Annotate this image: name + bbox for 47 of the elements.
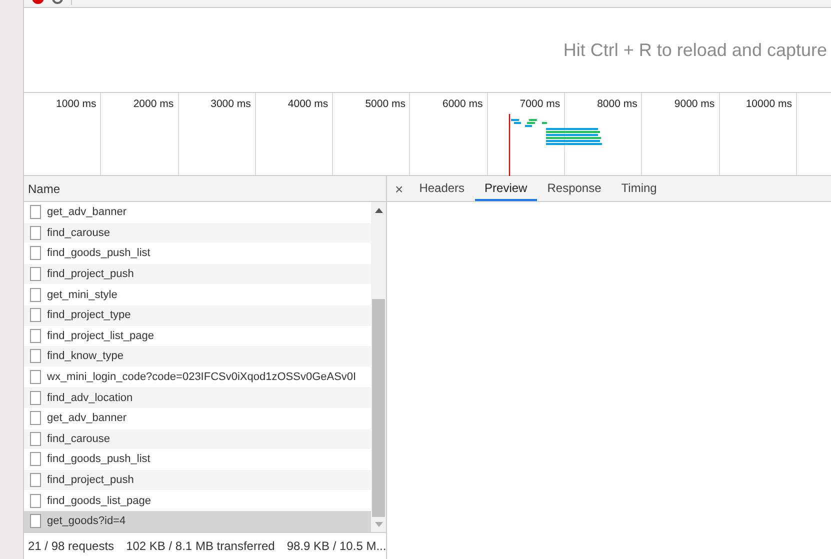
close-button[interactable]: × [387, 176, 410, 201]
request-row[interactable]: find_carouse [24, 222, 371, 244]
request-row[interactable]: get_goods?id=4 [24, 510, 371, 532]
tick-label: 4000 ms [288, 98, 328, 110]
status-text: 98.9 KB / 10.5 M... [286, 539, 386, 553]
tick-label: 8000 ms [597, 98, 638, 110]
detail-tab[interactable]: Timing [611, 176, 667, 201]
reload-hint: Hit Ctrl + R to reload and capture [563, 40, 827, 60]
request-row[interactable]: find_project_push [24, 264, 371, 284]
document-icon [30, 349, 41, 364]
tick-label: 5000 ms [365, 98, 406, 110]
request-row[interactable]: find_adv_location [24, 387, 371, 408]
tick-label: 7000 ms [520, 98, 560, 110]
document-icon [30, 205, 41, 220]
column-header[interactable]: Name [24, 176, 386, 202]
request-row[interactable]: find_project_push [24, 470, 371, 490]
status-text: 102 KB / 8.1 MB transferred [126, 539, 275, 553]
scroll-up-icon[interactable] [374, 208, 382, 213]
document-icon [30, 288, 41, 302]
status-text: 21 / 98 requests [28, 539, 114, 553]
tick-label: 10000 ms [746, 98, 792, 110]
document-icon [30, 328, 41, 343]
document-icon [30, 390, 41, 405]
tick-label: 6000 ms [442, 98, 483, 110]
scrollbar-thumb[interactable] [372, 299, 385, 517]
document-icon [30, 411, 41, 426]
document-icon [30, 370, 41, 384]
request-row[interactable]: find_project_type [24, 304, 371, 326]
document-icon [30, 514, 41, 528]
request-row[interactable]: find_carouse [24, 428, 371, 450]
tick-label: 1000 ms [56, 98, 96, 110]
request-row[interactable]: find_know_type [24, 346, 371, 367]
scrollbar[interactable] [371, 202, 386, 532]
document-icon [30, 246, 41, 260]
document-icon [30, 452, 41, 466]
load-marker-line [508, 114, 510, 176]
tick-label: 3000 ms [210, 98, 251, 110]
document-icon [30, 267, 41, 282]
document-icon [30, 473, 41, 488]
document-icon [30, 308, 41, 322]
document-icon [30, 432, 41, 446]
detail-tab[interactable]: Response [537, 176, 612, 201]
tick-label: 9000 ms [674, 98, 715, 110]
document-icon [30, 226, 41, 240]
tick-label: 2000 ms [133, 98, 174, 110]
detail-tab[interactable]: Headers [409, 176, 475, 201]
document-icon [30, 494, 41, 508]
